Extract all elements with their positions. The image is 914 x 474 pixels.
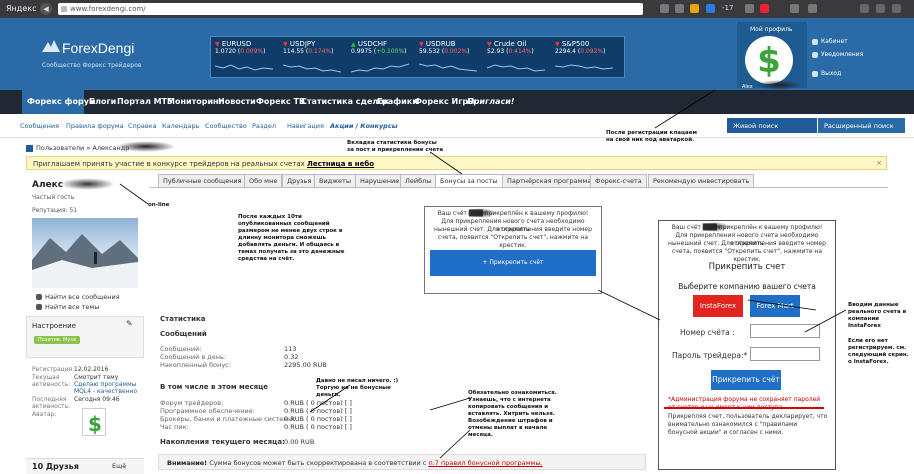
annotation-arrows — [119, 89, 847, 459]
arrow-line — [309, 384, 351, 413]
arrow-line — [747, 299, 817, 311]
arrow-line — [429, 397, 471, 411]
arrow-line — [804, 309, 847, 333]
arrow-line — [429, 151, 463, 175]
arrow-line — [597, 289, 661, 321]
arrow-line — [439, 429, 471, 459]
arrow-line — [119, 183, 149, 205]
arrow-line — [654, 89, 716, 129]
